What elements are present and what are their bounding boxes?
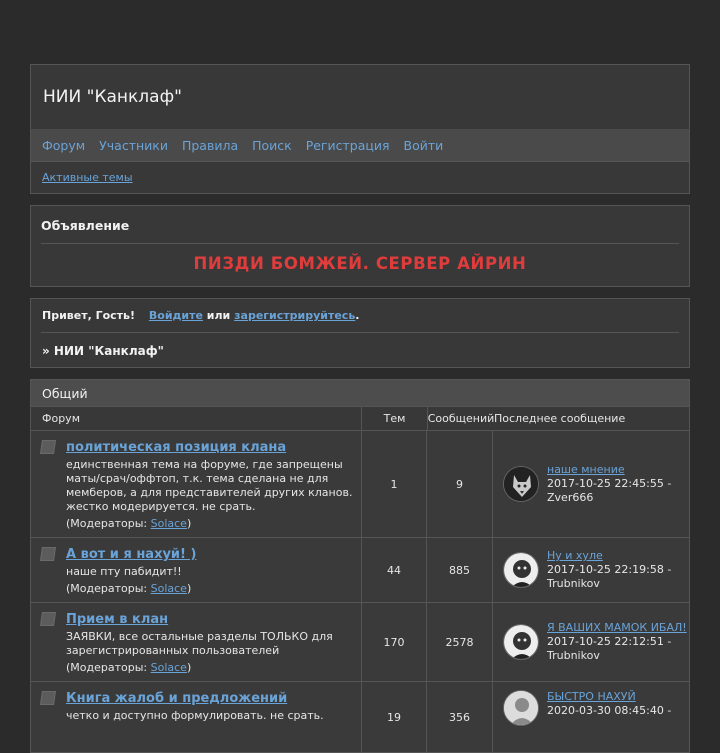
sub-nav: Активные темы [31,161,689,193]
register-link[interactable]: зарегистрируйтесь [234,309,355,322]
forum-description: единственная тема на форуме, где запреще… [66,458,353,513]
topics-count: 44 [362,538,427,602]
last-post-text: Я ВАШИХ МАМОК ИБАЛ! 2017-10-25 22:12:51 … [547,621,687,663]
forum-row: Книга жалоб и предложений четко и доступ… [31,681,689,752]
main-nav: Форум Участники Правила Поиск Регистраци… [31,129,689,161]
nav-members[interactable]: Участники [99,138,168,153]
last-post-text: Ну и хуле 2017-10-25 22:19:58 - Trubniko… [547,549,671,591]
forum-status-icon [40,691,56,705]
category-general: Общий Форум Тем Сообщений Последнее сооб… [30,379,690,753]
wolf-avatar-icon[interactable] [503,466,539,502]
forum-row: Прием в клан ЗАЯВКИ, все остальные разде… [31,602,689,681]
announcement-heading: Объявление [41,206,679,244]
last-post: Я ВАШИХ МАМОК ИБАЛ! 2017-10-25 22:12:51 … [493,603,689,681]
moderators-label: (Модераторы: [66,582,151,595]
last-post-date: 2020-03-30 08:45:40 - [547,704,672,717]
forum-moderators: (Модераторы: Solace) [66,661,353,674]
last-post-link[interactable]: БЫСТРО НАХУЙ [547,690,636,703]
announcement-box: Объявление ПИЗДИ БОМЖЕЙ. СЕРВЕР АЙРИН [30,205,690,287]
forum-row: А вот и я нахуй! ) наше пту пабидит!! (М… [31,537,689,602]
face-avatar-icon[interactable] [503,624,539,660]
moderator-link[interactable]: Solace [151,582,187,595]
welcome-line: Привет, Гость! Войдите или зарегистрируй… [41,299,679,333]
forum-moderators: (Модераторы: Solace) [66,517,353,530]
period-text: . [355,309,360,322]
moderator-link[interactable]: Solace [151,517,187,530]
posts-count: 356 [427,682,493,752]
forum-info: политическая позиция клана единственная … [31,431,362,537]
forum-title-link[interactable]: Книга жалоб и предложений [66,691,353,706]
last-post-date: 2017-10-25 22:12:51 - [547,635,672,648]
posts-count: 885 [427,538,493,602]
forum-description: ЗАЯВКИ, все остальные разделы ТОЛЬКО для… [66,630,333,657]
last-post: БЫСТРО НАХУЙ 2020-03-30 08:45:40 - [493,682,689,752]
last-post-link[interactable]: Ну и хуле [547,549,603,562]
forum-info: Прием в клан ЗАЯВКИ, все остальные разде… [31,603,362,681]
active-topics-link[interactable]: Активные темы [42,171,133,184]
topics-count: 19 [362,682,427,752]
col-last-post: Последнее сообщение [494,412,626,425]
moderators-close: ) [186,661,192,674]
or-text: или [206,309,231,322]
face-avatar-icon[interactable] [503,552,539,588]
category-title: Общий [31,380,689,406]
last-post-text: наше мнение 2017-10-25 22:45:55 - Zver66… [547,463,671,505]
last-post: наше мнение 2017-10-25 22:45:55 - Zver66… [493,431,689,537]
last-post-user: Zver666 [547,491,594,504]
announcement-message: ПИЗДИ БОМЖЕЙ. СЕРВЕР АЙРИН [193,254,527,273]
forum-page: НИИ "Канклаф" Форум Участники Правила По… [30,64,690,753]
forum-description: наше пту пабидит!! [66,565,182,578]
last-post-date: 2017-10-25 22:19:58 - [547,563,672,576]
default-user-avatar-icon[interactable] [503,690,539,726]
welcome-box: Привет, Гость! Войдите или зарегистрируй… [30,298,690,368]
nav-forum[interactable]: Форум [42,138,85,153]
col-posts: Сообщений [427,412,495,425]
forum-info: Книга жалоб и предложений четко и доступ… [31,682,362,752]
forum-status-icon [40,547,56,561]
forum-description: четко и доступно формулировать. не срать… [66,709,324,722]
table-header: Форум Тем Сообщений Последнее сообщение [31,406,689,430]
last-post-user: Trubnikov [547,649,600,662]
site-header: НИИ "Канклаф" Форум Участники Правила По… [30,64,690,194]
nav-search[interactable]: Поиск [252,138,292,153]
topics-count: 170 [362,603,427,681]
last-post-link[interactable]: наше мнение [547,463,625,476]
forum-status-icon [40,612,56,626]
topics-count: 1 [362,431,427,537]
nav-login[interactable]: Войти [404,138,444,153]
last-post-user: Trubnikov [547,577,600,590]
login-link[interactable]: Войдите [149,309,203,322]
last-post-text: БЫСТРО НАХУЙ 2020-03-30 08:45:40 - [547,690,671,718]
forum-title-link[interactable]: А вот и я нахуй! ) [66,547,353,562]
col-forum: Форум [31,407,362,430]
guest-greeting: Привет, Гость! [42,309,136,322]
posts-count: 2578 [427,603,493,681]
site-title: НИИ "Канклаф" [43,87,182,107]
moderators-close: ) [186,582,192,595]
col-topics: Тем [362,407,428,430]
moderators-label: (Модераторы: [66,661,151,674]
last-post: Ну и хуле 2017-10-25 22:19:58 - Trubniko… [493,538,689,602]
forum-row: политическая позиция клана единственная … [31,430,689,537]
moderators-label: (Модераторы: [66,517,151,530]
forum-title-link[interactable]: политическая позиция клана [66,440,353,455]
breadcrumb: » НИИ "Канклаф" [42,344,164,358]
forum-title-link[interactable]: Прием в клан [66,612,353,627]
moderator-link[interactable]: Solace [151,661,187,674]
nav-rules[interactable]: Правила [182,138,238,153]
moderators-close: ) [186,517,192,530]
forum-info: А вот и я нахуй! ) наше пту пабидит!! (М… [31,538,362,602]
posts-count: 9 [427,431,493,537]
last-post-date: 2017-10-25 22:45:55 - [547,477,672,490]
forum-moderators: (Модераторы: Solace) [66,582,353,595]
nav-register[interactable]: Регистрация [306,138,390,153]
forum-status-icon [40,440,56,454]
last-post-link[interactable]: Я ВАШИХ МАМОК ИБАЛ! [547,621,687,634]
